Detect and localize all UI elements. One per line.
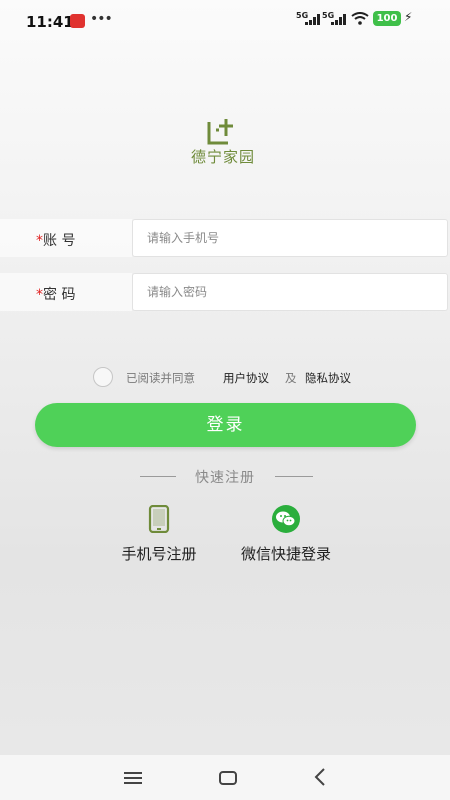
agreement-checkbox[interactable] bbox=[93, 367, 113, 387]
battery-icon: 100 bbox=[373, 11, 401, 26]
password-label: *密 码 bbox=[36, 287, 76, 303]
status-bar: 11:41 ••• 5G 5G 100 ⚡ bbox=[0, 0, 450, 42]
system-nav-bar bbox=[0, 755, 450, 800]
home-icon[interactable] bbox=[219, 771, 237, 785]
privacy-policy-link[interactable]: 隐私协议 bbox=[305, 370, 351, 386]
logo-icon bbox=[207, 119, 233, 145]
wifi-icon bbox=[351, 12, 369, 25]
status-time: 11:41 bbox=[26, 13, 74, 31]
more-notifications-icon: ••• bbox=[90, 11, 113, 27]
phone-icon bbox=[148, 505, 170, 533]
agreement-and: 及 bbox=[285, 371, 297, 385]
phone-register-button[interactable]: 手机号注册 bbox=[111, 505, 207, 564]
quick-register-title: 快速注册 bbox=[195, 470, 255, 486]
account-row: *账 号 bbox=[0, 219, 450, 259]
agreement-prefix: 已阅读并同意 bbox=[126, 371, 195, 385]
wechat-icon bbox=[272, 505, 300, 533]
phone-input[interactable] bbox=[132, 219, 448, 257]
signal-icon-2 bbox=[331, 14, 349, 25]
divider-right bbox=[275, 476, 313, 477]
back-icon[interactable] bbox=[314, 767, 326, 787]
login-button[interactable]: 登录 bbox=[35, 403, 416, 447]
account-label: *账 号 bbox=[36, 233, 76, 249]
password-row: *密 码 bbox=[0, 273, 450, 313]
signal-icon bbox=[305, 14, 323, 25]
phone-register-label: 手机号注册 bbox=[121, 545, 197, 563]
user-agreement-link[interactable]: 用户协议 bbox=[223, 370, 269, 386]
password-input[interactable] bbox=[132, 273, 448, 311]
app-notification-icon bbox=[70, 14, 85, 28]
menu-icon[interactable] bbox=[124, 772, 142, 784]
wechat-login-label: 微信快捷登录 bbox=[240, 545, 331, 563]
app-logo-text: 德宁家园 bbox=[190, 148, 255, 166]
charging-icon: ⚡ bbox=[404, 10, 413, 24]
wechat-login-button[interactable]: 微信快捷登录 bbox=[229, 505, 343, 564]
